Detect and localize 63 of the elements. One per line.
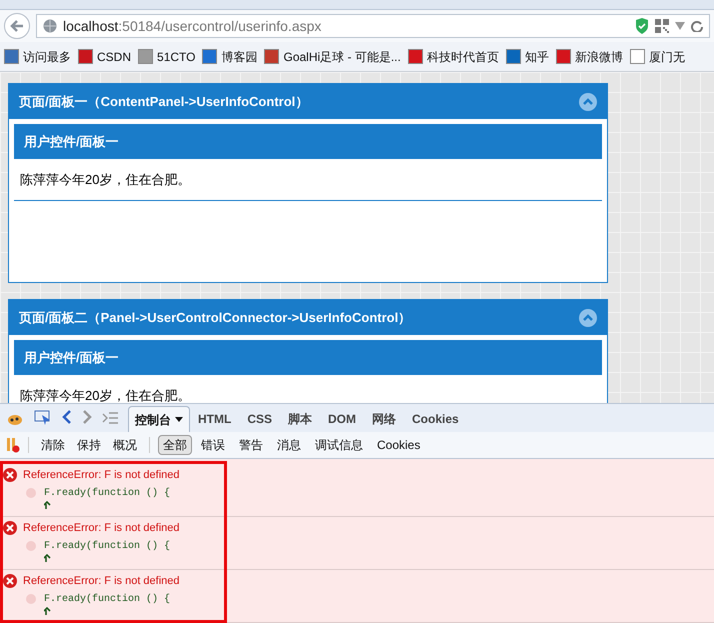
url-text: localhost:50184/usercontrol/userinfo.aspx [63,16,322,36]
devtools-tab[interactable]: 控制台 [128,406,190,432]
shield-icon [635,18,649,34]
error-message: ReferenceError: F is not defined [23,468,180,483]
error-message: ReferenceError: F is not defined [23,521,180,536]
pointer-arrow-icon [44,606,52,614]
dropdown-icon[interactable] [675,22,685,30]
error-icon [3,574,17,588]
source-code: F.ready(function () { [44,540,170,554]
bookmark-link[interactable]: 51CTO [157,48,196,66]
console-action[interactable]: 清除 [37,436,69,454]
globe-icon [43,19,57,33]
filter-button[interactable]: 全部 [158,435,192,455]
user-info-text: 陈萍萍今年20岁，住在合肥。 [20,386,190,403]
filter-button[interactable]: 调试信息 [310,435,368,455]
qr-code-icon[interactable] [655,19,669,33]
bookmark-link[interactable]: CSDN [97,48,132,66]
devtools-tab[interactable]: DOM [320,406,364,432]
back-button[interactable] [4,13,30,39]
collapse-icon[interactable] [579,92,597,110]
bookmark-link[interactable]: 厦门无 [648,48,685,66]
error-icon [3,468,17,482]
bookmark-link[interactable]: 新浪微博 [574,48,623,66]
command-line-icon[interactable] [102,412,118,424]
console-action[interactable]: 概况 [109,436,141,454]
inner-panel-title: 用户控件/面板一 [24,348,119,367]
source-code: F.ready(function () { [44,592,170,606]
back-icon[interactable] [62,410,72,424]
bookmark-link[interactable]: 访问最多 [23,48,71,66]
filter-button[interactable]: Cookies [372,435,426,455]
caret-icon [175,417,183,422]
breakpoint-icon [26,488,36,498]
filter-button[interactable]: 消息 [272,435,306,455]
breakpoint-icon [26,594,36,604]
user-info-text: 陈萍萍今年20岁，住在合肥。 [20,170,190,189]
error-icon [3,521,17,536]
devtools-tab[interactable]: 脚本 [280,406,320,432]
devtools-tab[interactable]: HTML [190,406,240,432]
bug-icon[interactable] [6,412,24,426]
pointer-arrow-icon [44,554,52,562]
console-action[interactable]: 保持 [73,436,105,454]
inner-panel-title: 用户控件/面板一 [24,132,119,151]
pointer-arrow-icon [44,500,52,508]
error-message: ReferenceError: F is not defined [23,574,180,589]
bookmark-link[interactable]: 知乎 [524,48,549,66]
bookmark-link[interactable]: 博客园 [221,48,258,66]
inspect-icon[interactable] [34,410,52,426]
source-code: F.ready(function () { [44,486,170,500]
forward-icon[interactable] [82,410,92,424]
devtools-tab[interactable]: CSS [239,406,280,432]
back-arrow-icon [10,20,24,32]
collapse-icon[interactable] [579,308,597,326]
address-field[interactable]: localhost:50184/usercontrol/userinfo.aspx [36,14,710,38]
breakpoint-icon [26,541,36,551]
devtools-tab[interactable]: 网络 [364,406,404,432]
bookmark-link[interactable]: 科技时代首页 [426,48,499,66]
panel-title: 页面/面板一（ContentPanel->UserInfoControl） [19,92,308,111]
filter-button[interactable]: 警告 [234,435,268,455]
panel-title: 页面/面板二（Panel->UserControlConnector->UserInfoControl） [19,308,412,327]
devtools-tab[interactable]: Cookies [404,406,467,432]
reload-icon[interactable] [691,20,703,32]
bookmark-link[interactable]: GoalHi足球 - 可能是... [283,48,401,66]
filter-button[interactable]: 错误 [196,435,230,455]
